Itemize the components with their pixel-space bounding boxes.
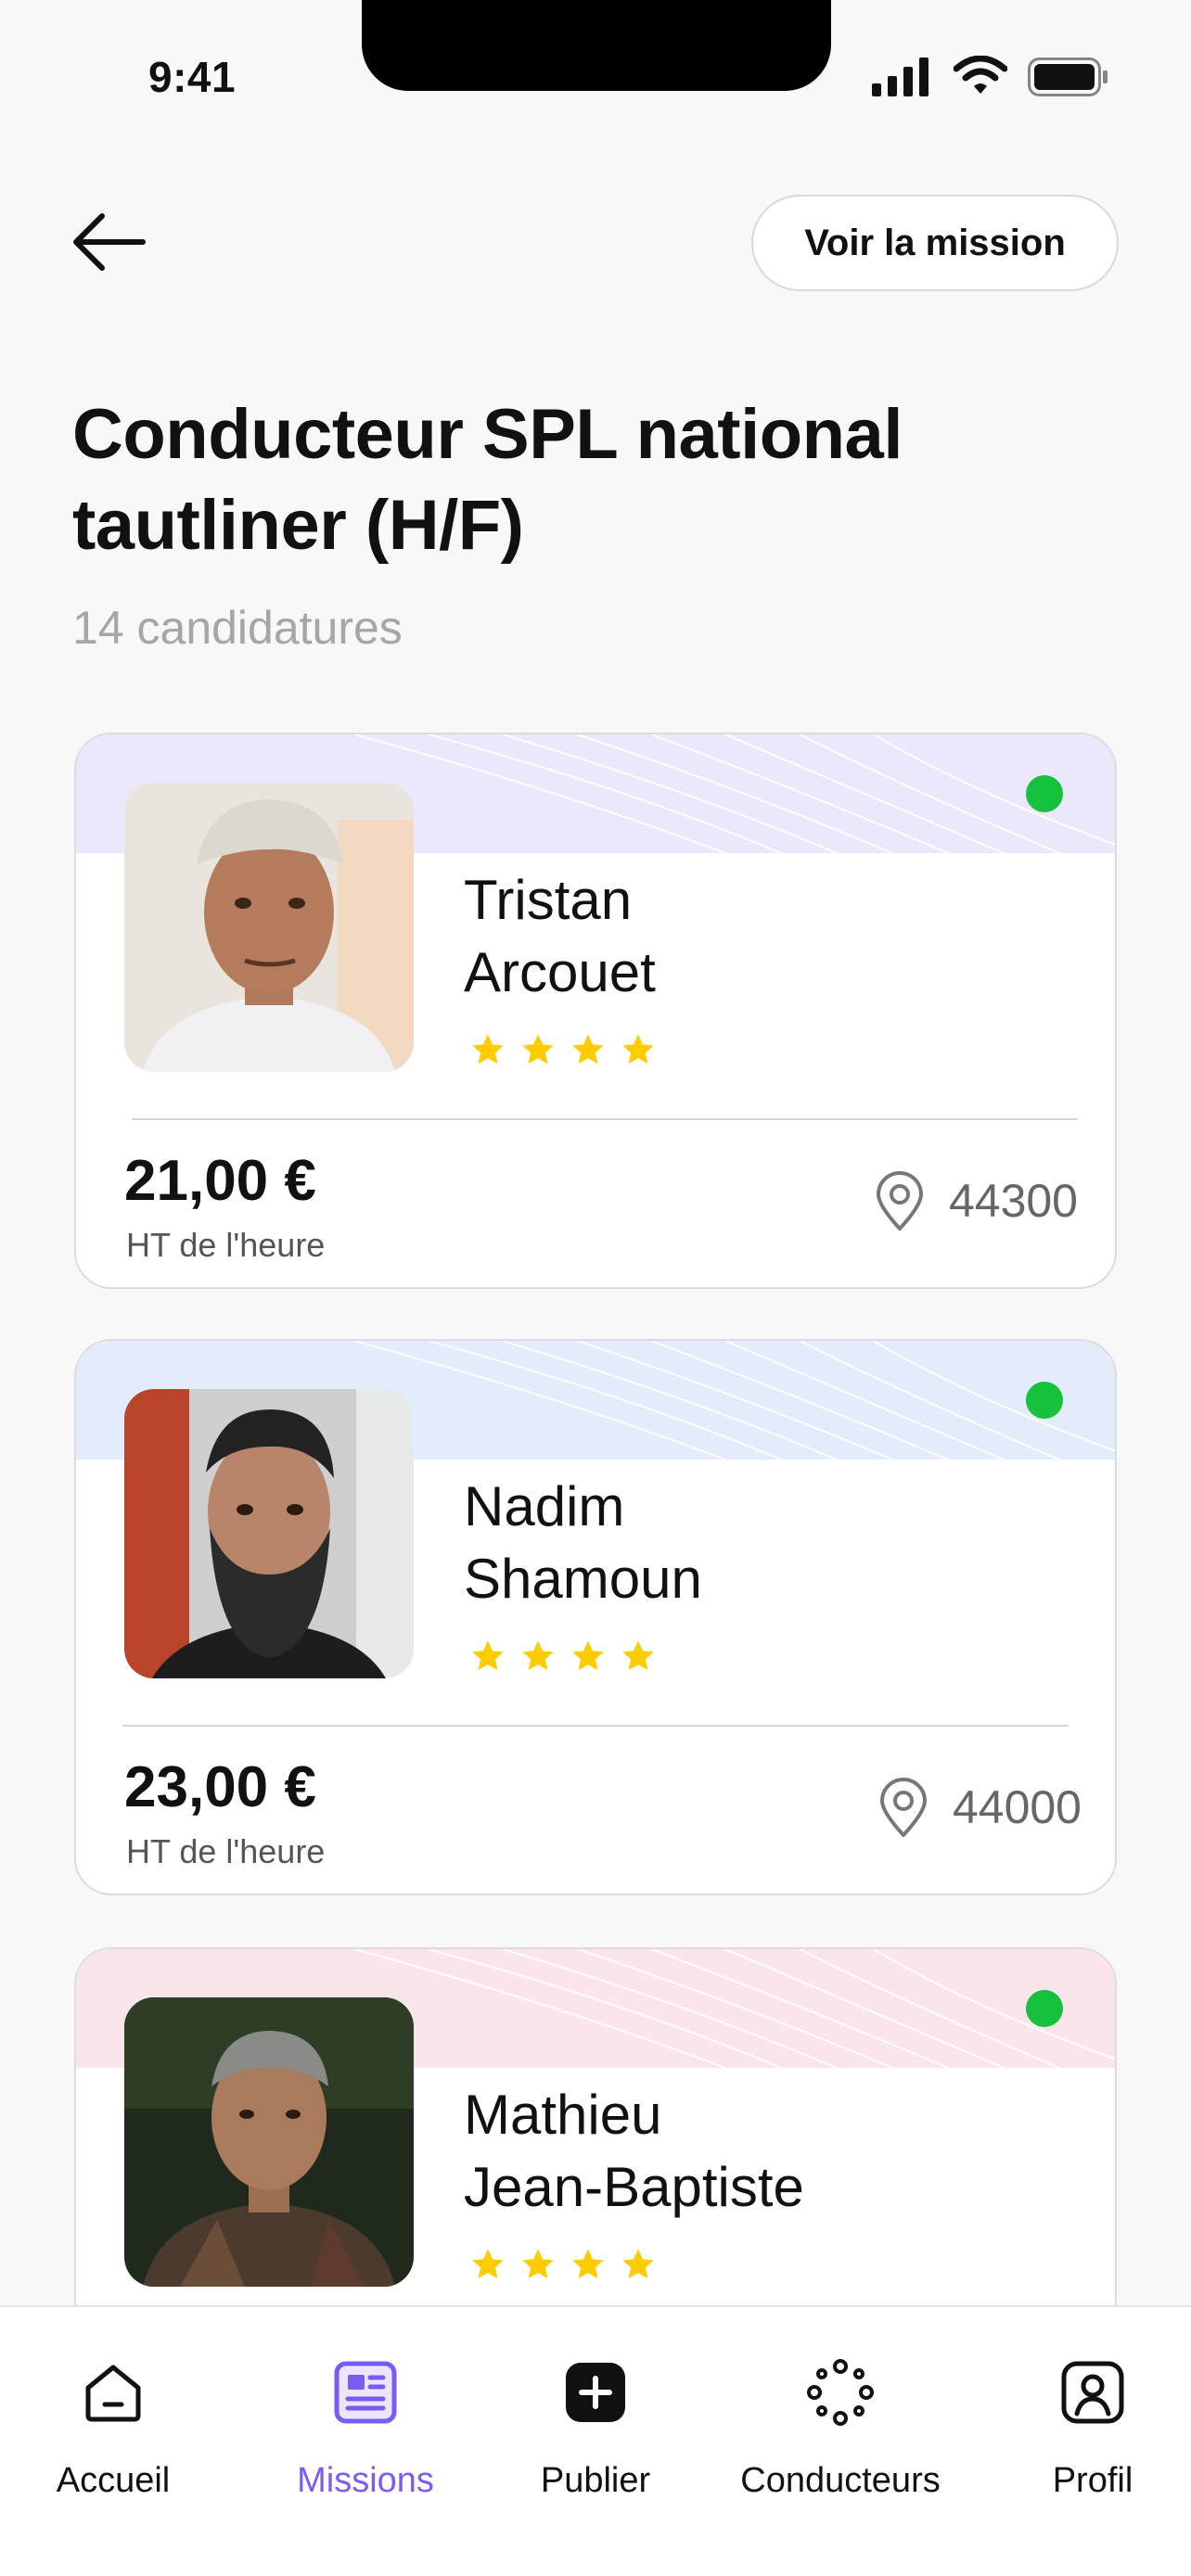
- star-icon: [522, 1034, 554, 1065]
- nav-item-missions[interactable]: Missions: [236, 2355, 495, 2501]
- nav-item-accueil[interactable]: Accueil: [0, 2355, 243, 2501]
- nav-label: Accueil: [56, 2461, 171, 2500]
- divider: [132, 1118, 1078, 1120]
- postal-code: 44000: [952, 1781, 1082, 1833]
- status-bar: 9:41: [0, 0, 1191, 148]
- plus-icon: [566, 2363, 625, 2422]
- status-time: 9:41: [148, 53, 237, 101]
- location: 44300: [875, 1170, 1078, 1231]
- back-arrow-icon[interactable]: [69, 210, 148, 274]
- star-icon: [622, 2249, 654, 2279]
- profile-icon: [1061, 2361, 1124, 2424]
- star-icon: [622, 1034, 654, 1065]
- avatar: [124, 1389, 414, 1678]
- candidate-card[interactable]: Tristan Arcouet 21,00 € HT de l'heure 44…: [74, 733, 1117, 1289]
- star-icon: [472, 2249, 504, 2279]
- candidate-last-name: Arcouet: [464, 941, 656, 1003]
- online-status-indicator: [1026, 1382, 1063, 1419]
- star-icon: [472, 1034, 504, 1065]
- price-unit: HT de l'heure: [126, 1832, 326, 1870]
- candidate-name: Nadim Shamoun: [464, 1471, 702, 1615]
- star-icon: [522, 2249, 554, 2279]
- candidate-last-name: Shamoun: [464, 1548, 702, 1610]
- nav-label: Conducteurs: [740, 2461, 941, 2500]
- battery-icon: [1028, 57, 1108, 96]
- online-status-indicator: [1026, 775, 1063, 812]
- price-unit: HT de l'heure: [126, 1226, 326, 1264]
- cellular-signal-icon: [872, 57, 928, 96]
- nav-label: Publier: [540, 2461, 651, 2500]
- home-icon: [85, 2365, 141, 2422]
- nav-item-conducteurs[interactable]: Conducteurs: [711, 2355, 970, 2501]
- page-title-line-1: Conducteur SPL national: [72, 395, 903, 474]
- star-icon: [572, 1640, 604, 1671]
- page-title-line-2: tautliner (H/F): [72, 486, 524, 565]
- candidate-last-name: Jean-Baptiste: [464, 2156, 804, 2218]
- nav-label: Missions: [297, 2461, 434, 2500]
- nav-item-profil[interactable]: Profil: [963, 2355, 1191, 2501]
- notch: [362, 0, 831, 91]
- rating-stars: [469, 2246, 657, 2283]
- postal-code: 44300: [948, 1175, 1078, 1227]
- hourly-price: 21,00 €: [124, 1149, 316, 1213]
- star-icon: [572, 1034, 604, 1065]
- view-mission-button[interactable]: Voir la mission: [751, 195, 1119, 291]
- avatar: [124, 1997, 414, 2287]
- online-status-indicator: [1026, 1990, 1063, 2027]
- candidate-name: Mathieu Jean-Baptiste: [464, 2079, 804, 2224]
- divider: [122, 1725, 1069, 1727]
- bottom-navigation: Accueil Missions Publier Conducteurs Pro…: [0, 2305, 1191, 2576]
- star-icon: [622, 1640, 654, 1671]
- candidate-first-name: Mathieu: [464, 2084, 662, 2146]
- rating-stars: [469, 1638, 657, 1675]
- page-title: Conducteur SPL national tautliner (H/F): [72, 389, 1111, 571]
- candidate-name: Tristan Arcouet: [464, 864, 656, 1009]
- star-icon: [522, 1640, 554, 1671]
- avatar: [124, 783, 414, 1072]
- nav-label: Profil: [1052, 2461, 1133, 2500]
- hourly-price: 23,00 €: [124, 1755, 316, 1819]
- drivers-icon: [807, 2359, 874, 2426]
- location-pin-icon: [879, 1778, 927, 1837]
- candidate-card[interactable]: Nadim Shamoun 23,00 € HT de l'heure 4400…: [74, 1339, 1117, 1895]
- star-icon: [572, 2249, 604, 2279]
- star-icon: [472, 1640, 504, 1671]
- missions-icon: [334, 2361, 397, 2424]
- nav-item-publier[interactable]: Publier: [466, 2355, 725, 2501]
- rating-stars: [469, 1031, 657, 1068]
- wifi-icon: [954, 56, 1007, 94]
- candidate-card[interactable]: Mathieu Jean-Baptiste: [74, 1947, 1117, 2337]
- candidate-first-name: Tristan: [464, 869, 633, 931]
- location-pin-icon: [876, 1171, 923, 1231]
- candidate-first-name: Nadim: [464, 1475, 625, 1537]
- applications-count: 14 candidatures: [72, 602, 403, 654]
- location: 44000: [878, 1777, 1082, 1838]
